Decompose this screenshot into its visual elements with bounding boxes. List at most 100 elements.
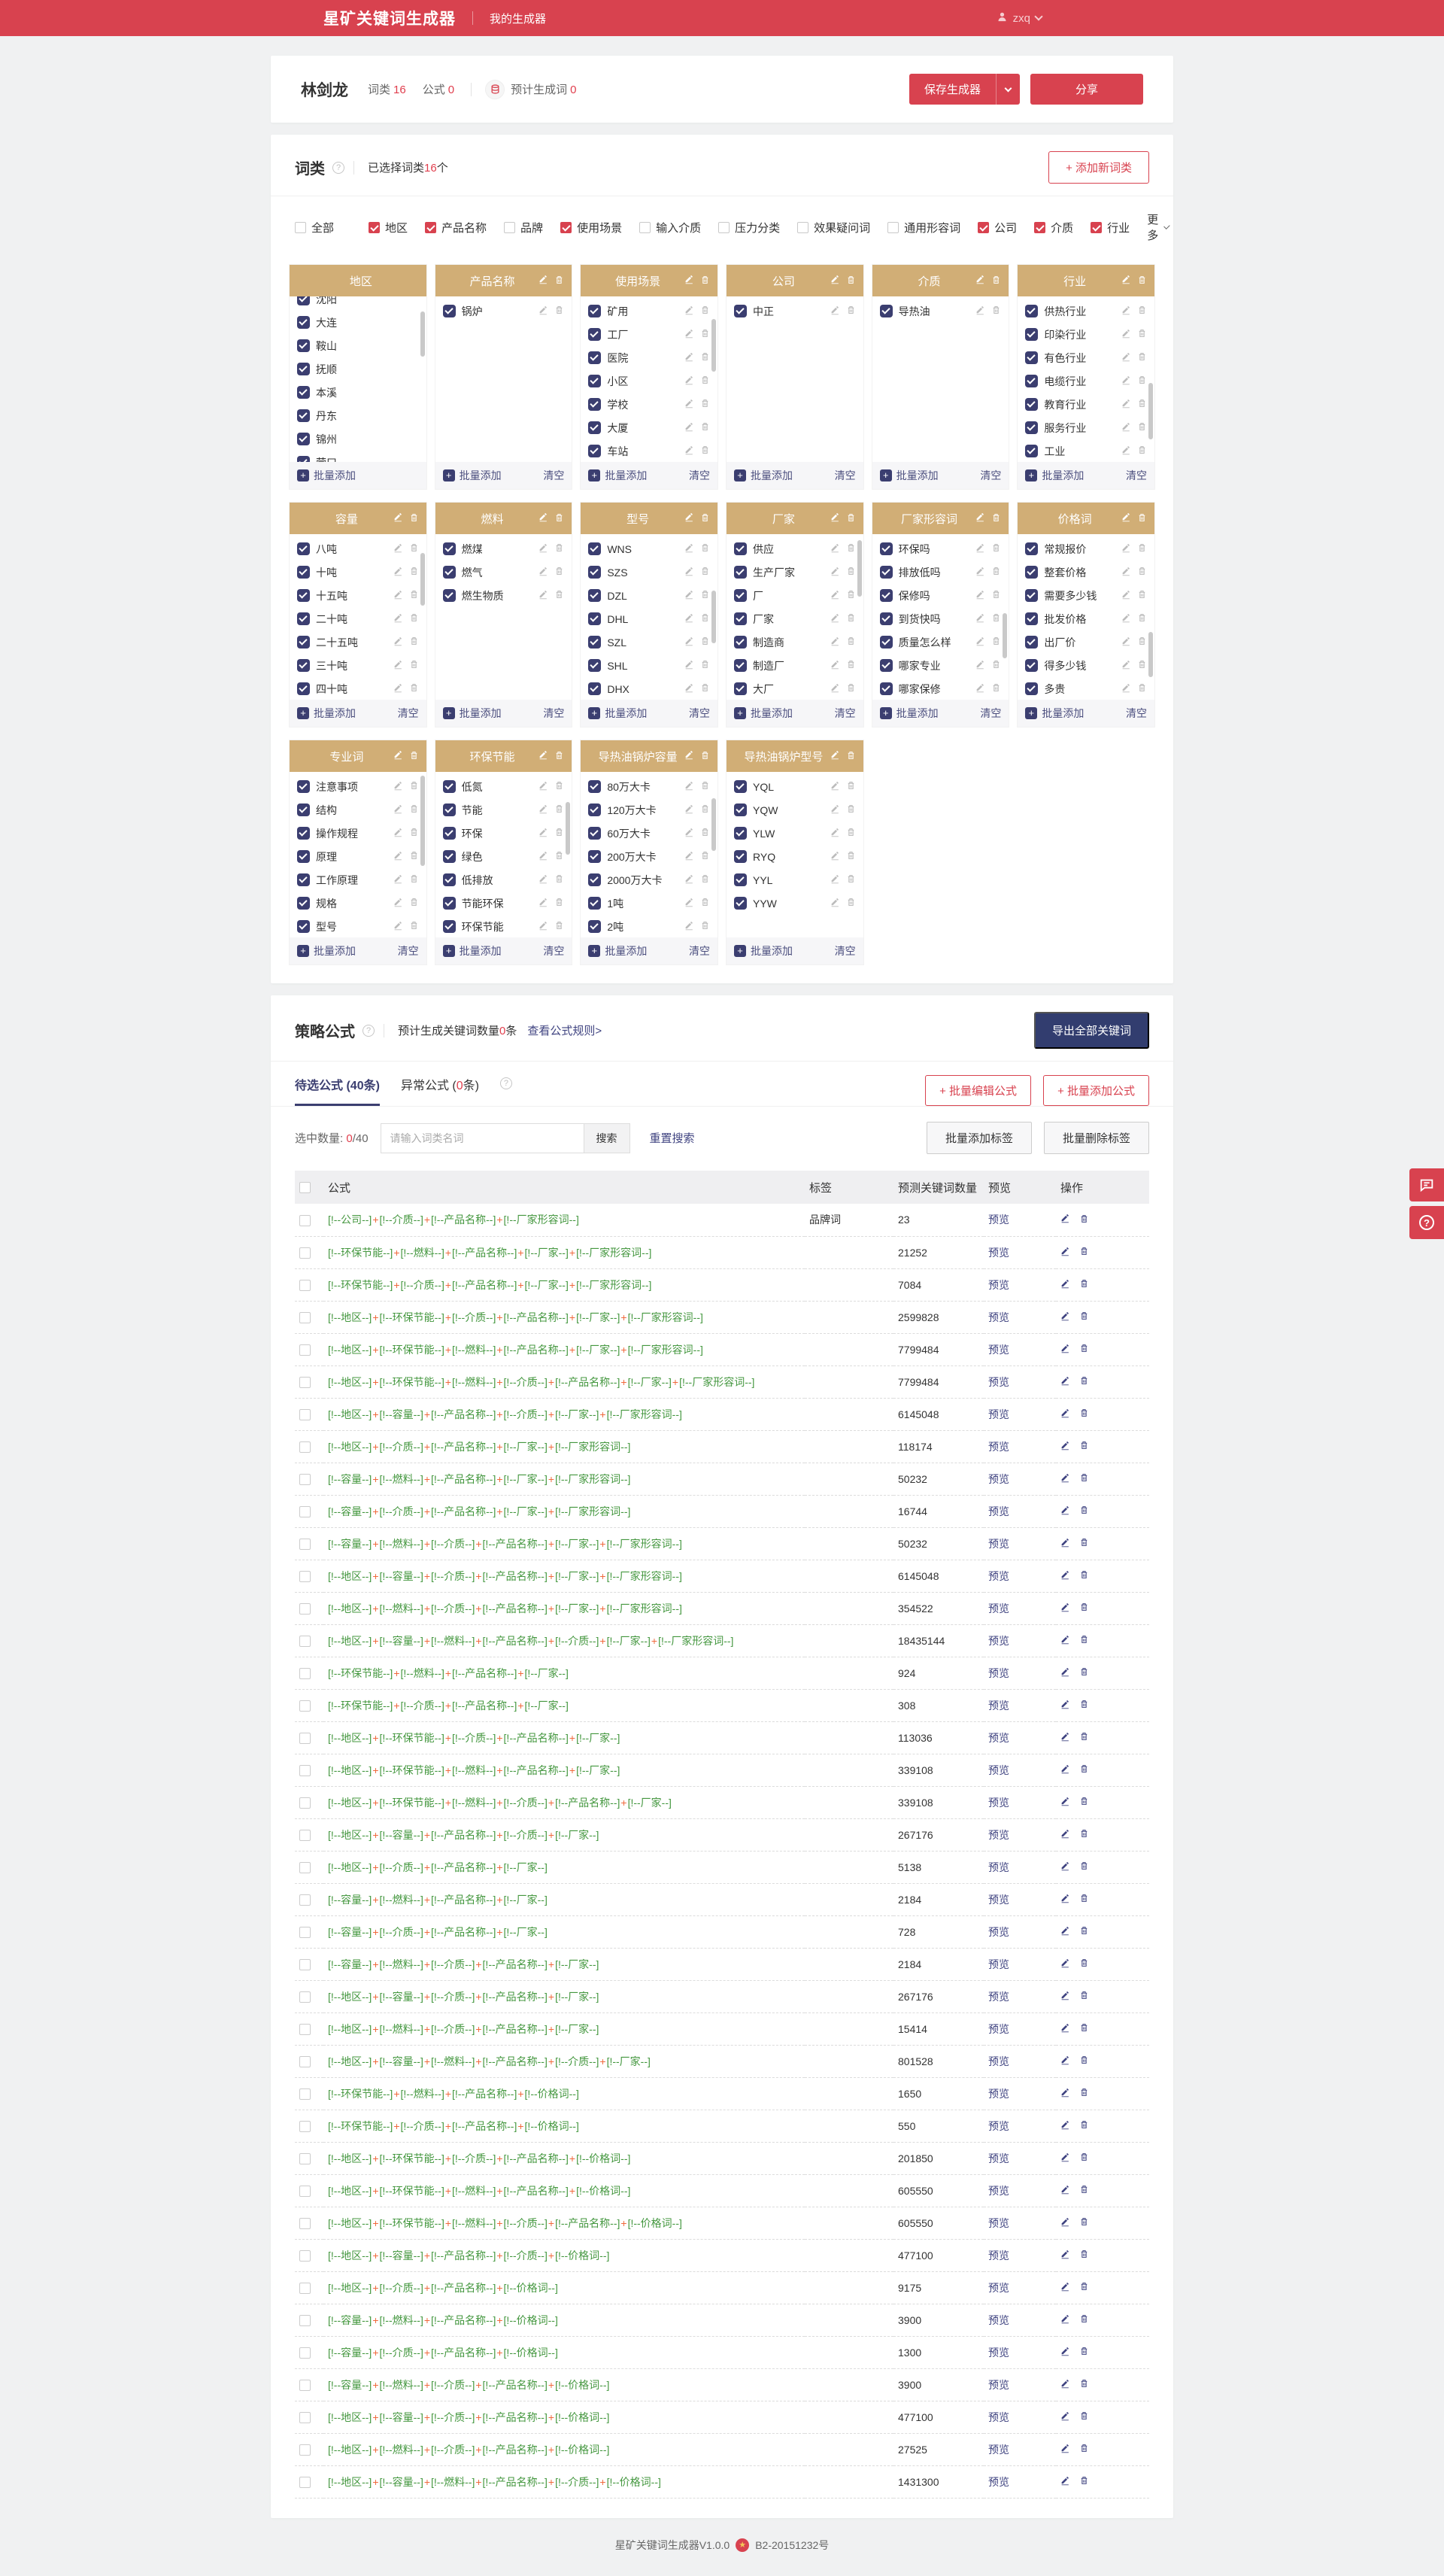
save-generator-button[interactable]: 保存生成器 [909,74,1020,105]
filter-介质[interactable]: 介质 [1034,220,1073,235]
delete-icon[interactable] [1079,1861,1089,1873]
word-item-checkbox[interactable] [588,873,602,886]
delete-icon[interactable] [1079,1796,1089,1809]
delete-icon[interactable] [700,827,710,840]
word-item-checkbox[interactable] [734,897,747,910]
word-item-checkbox[interactable] [879,305,893,317]
edit-icon[interactable] [830,851,840,863]
clear-button[interactable]: 清空 [1126,468,1147,483]
edit-icon[interactable] [684,422,694,434]
preview-link[interactable]: 预览 [988,1376,1009,1388]
word-item-checkbox[interactable] [297,363,310,375]
filter-checkbox[interactable] [560,221,572,233]
word-item-checkbox[interactable] [297,780,310,793]
filter-地区[interactable]: 地区 [369,220,408,235]
delete-icon[interactable] [846,682,856,695]
delete-icon[interactable] [700,275,710,287]
row-checkbox[interactable] [299,2249,311,2262]
row-checkbox[interactable] [299,1894,311,1906]
word-item-checkbox[interactable] [1025,682,1039,695]
word-item-checkbox[interactable] [734,542,747,555]
word-item-checkbox[interactable] [588,780,602,793]
scrollbar-thumb[interactable] [420,776,425,866]
tab-pending-formulas[interactable]: 待选公式 (40条) [295,1075,380,1106]
row-checkbox[interactable] [299,1797,311,1809]
edit-icon[interactable] [684,399,694,411]
preview-link[interactable]: 预览 [988,1570,1009,1582]
edit-icon[interactable] [393,851,403,863]
preview-link[interactable]: 预览 [988,2055,1009,2067]
edit-icon[interactable] [393,636,403,649]
delete-icon[interactable] [700,920,710,933]
word-item-checkbox[interactable] [442,566,456,579]
word-item-checkbox[interactable] [734,589,747,602]
word-item-checkbox[interactable] [734,850,747,863]
preview-link[interactable]: 预览 [988,1247,1009,1259]
edit-icon[interactable] [1121,422,1131,434]
edit-icon[interactable] [1060,2152,1070,2164]
delete-icon[interactable] [409,873,419,886]
word-item-checkbox[interactable] [734,780,747,793]
delete-icon[interactable] [409,512,419,525]
word-item-checkbox[interactable] [442,920,456,933]
word-item-checkbox[interactable] [588,659,602,672]
preview-link[interactable]: 预览 [988,1991,1009,2003]
row-checkbox[interactable] [299,1667,311,1679]
delete-icon[interactable] [554,897,564,910]
delete-icon[interactable] [1137,398,1147,411]
delete-icon[interactable] [1079,2410,1089,2423]
delete-icon[interactable] [554,542,564,555]
preview-link[interactable]: 预览 [988,2088,1009,2100]
delete-icon[interactable] [700,897,710,910]
delete-icon[interactable] [409,636,419,649]
delete-icon[interactable] [1079,1666,1089,1679]
edit-icon[interactable] [975,590,985,602]
filter-压力分类[interactable]: 压力分类 [718,220,780,235]
edit-icon[interactable] [1060,1376,1070,1388]
word-item-checkbox[interactable] [588,351,602,364]
edit-icon[interactable] [393,660,403,672]
edit-icon[interactable] [830,543,840,555]
edit-icon[interactable] [684,660,694,672]
word-item-checkbox[interactable] [1025,589,1039,602]
word-item-checkbox[interactable] [734,682,747,695]
delete-icon[interactable] [554,850,564,863]
filter-checkbox[interactable] [504,221,516,233]
edit-icon[interactable] [1121,512,1131,524]
scrollbar-thumb[interactable] [711,319,716,372]
delete-icon[interactable] [554,920,564,933]
delete-icon[interactable] [846,566,856,579]
row-checkbox[interactable] [299,2088,311,2100]
preview-link[interactable]: 预览 [988,2152,1009,2164]
reset-search-link[interactable]: 重置搜索 [650,1130,695,1146]
edit-icon[interactable] [1060,1214,1070,1226]
row-checkbox[interactable] [299,1408,311,1420]
delete-icon[interactable] [1079,1214,1089,1226]
delete-icon[interactable] [700,636,710,649]
clear-button[interactable]: 清空 [543,706,564,721]
edit-icon[interactable] [1060,1991,1070,2003]
delete-icon[interactable] [1079,1699,1089,1712]
edit-icon[interactable] [1121,275,1131,287]
edit-icon[interactable] [1121,613,1131,625]
user-menu[interactable]: zxq [997,11,1043,26]
edit-icon[interactable] [975,275,985,287]
batch-add-button[interactable]: + 批量添加 [1025,706,1084,721]
select-all-checkbox[interactable] [299,1182,311,1194]
word-item-checkbox[interactable] [297,897,310,910]
row-checkbox[interactable] [299,1926,311,1938]
word-item-checkbox[interactable] [734,659,747,672]
clear-button[interactable]: 清空 [835,706,856,721]
delete-icon[interactable] [554,780,564,793]
edit-icon[interactable] [830,567,840,579]
edit-icon[interactable] [1060,2055,1070,2067]
batch-add-button[interactable]: + 批量添加 [442,943,502,958]
word-item-checkbox[interactable] [588,589,602,602]
delete-icon[interactable] [846,873,856,886]
delete-icon[interactable] [991,682,1001,695]
edit-icon[interactable] [1121,636,1131,649]
row-checkbox[interactable] [299,1473,311,1485]
scrollbar-thumb[interactable] [566,802,571,855]
delete-icon[interactable] [1079,1763,1089,1776]
delete-icon[interactable] [1137,682,1147,695]
